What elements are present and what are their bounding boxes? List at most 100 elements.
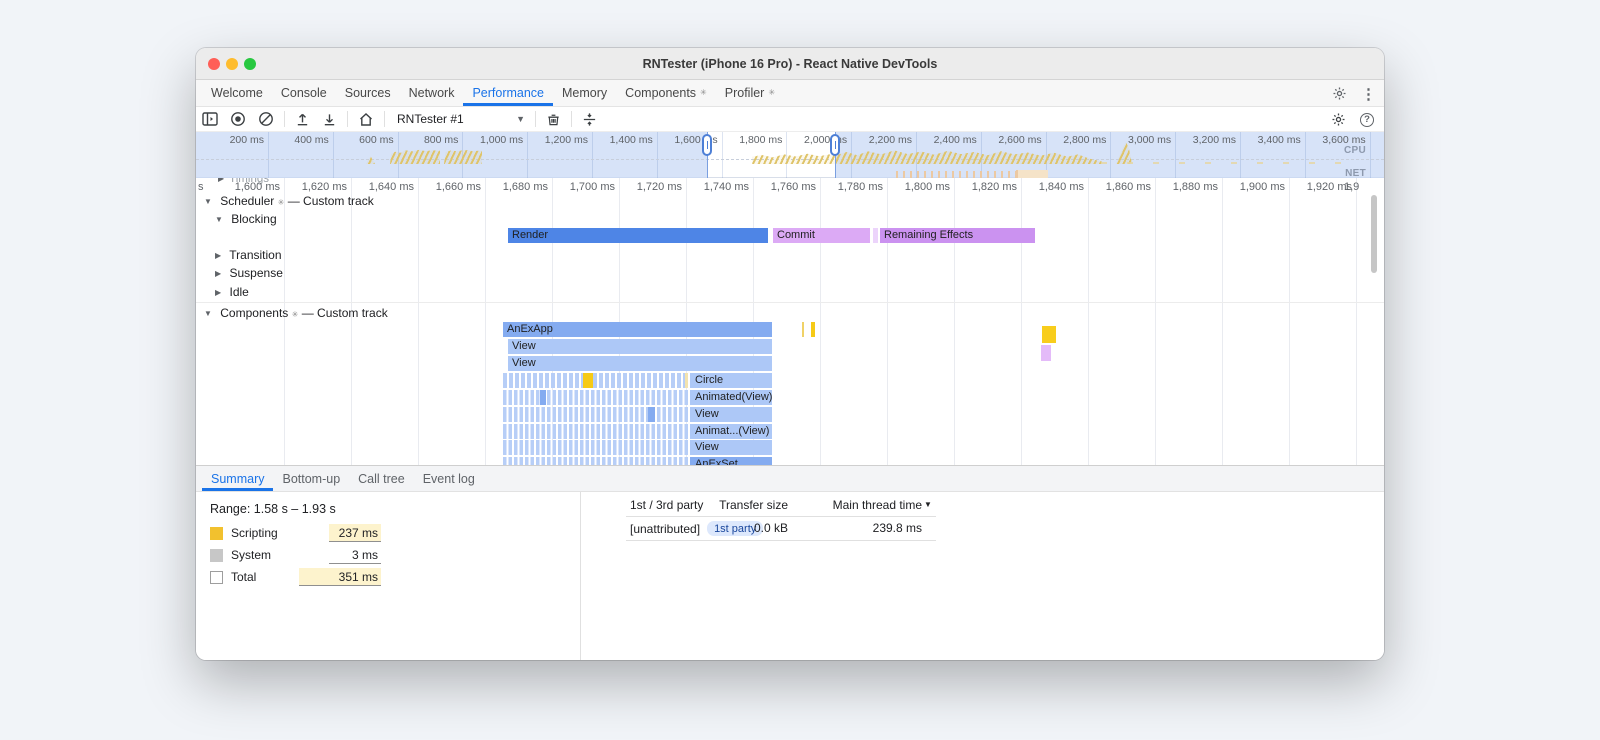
flame-slivers[interactable] — [503, 373, 688, 388]
chevron-down-icon: ▼ — [215, 215, 223, 224]
flame-chart[interactable]: ▶ Timings 1,600 ms 1,620 ms 1,640 ms 1,660 m… — [196, 178, 1384, 465]
time-tick-label: 2,200 ms — [868, 134, 912, 146]
gridline — [351, 178, 352, 465]
tab-console[interactable]: Console — [272, 80, 336, 106]
tab-bottom-up[interactable]: Bottom-up — [273, 466, 349, 491]
tab-call-tree[interactable]: Call tree — [349, 466, 414, 491]
collect-garbage-icon[interactable] — [546, 112, 561, 127]
toolbar-separator — [347, 111, 348, 127]
clear-icon[interactable] — [258, 111, 274, 127]
flame-slivers[interactable] — [503, 407, 688, 422]
tab-performance[interactable]: Performance — [463, 80, 554, 106]
time-tick-label: 1,400 ms — [609, 134, 653, 146]
track-blocking[interactable]: ▼ Blocking — [215, 212, 277, 226]
toolbar-separator — [571, 111, 572, 127]
time-tick-label: 1,760 ms — [770, 181, 816, 193]
track-suspense[interactable]: ▶ Suspense — [215, 266, 283, 280]
gridline — [887, 178, 888, 465]
selection-left-handle[interactable] — [702, 134, 712, 156]
time-tick-label: 1,680 ms — [502, 181, 548, 193]
scripting-block — [1042, 326, 1056, 343]
legend-row-total: Total 351 ms — [210, 568, 381, 586]
window-title: RNTester (iPhone 16 Pro) - React Native … — [642, 57, 938, 71]
react-badge-icon: ✳ — [291, 310, 299, 319]
tab-components[interactable]: Components ✳ — [616, 80, 716, 106]
flame-bar-view[interactable]: View — [508, 339, 772, 354]
gridline — [1356, 178, 1357, 465]
tab-profiler[interactable]: Profiler ✳ — [716, 80, 784, 106]
track-separator — [196, 302, 1384, 303]
time-tick-label: 1,900 ms — [1239, 181, 1285, 193]
gridline — [1289, 178, 1290, 465]
help-icon[interactable]: ? — [1360, 112, 1374, 127]
time-tick-label: 1,640 ms — [368, 181, 414, 193]
tab-summary[interactable]: Summary — [202, 466, 274, 491]
toggle-sidebar-icon[interactable] — [202, 112, 218, 126]
network-activity-ticks — [1016, 170, 1048, 178]
home-icon[interactable] — [358, 112, 374, 127]
time-tick-label: 1,800 ms — [739, 134, 783, 146]
time-tick-label: 600 ms — [359, 134, 394, 146]
flame-bar-remaining-effects[interactable]: Remaining Effects — [880, 228, 1035, 243]
collapse-tracks-icon[interactable] — [582, 112, 597, 127]
selection-right-handle[interactable] — [830, 134, 840, 156]
vertical-scrollbar-thumb[interactable] — [1371, 195, 1377, 273]
toolbar-separator — [284, 111, 285, 127]
column-header-party[interactable]: 1st / 3rd party — [630, 498, 703, 512]
more-options-kebab-icon[interactable]: ⋮ — [1361, 85, 1376, 103]
flame-bar-circle[interactable]: Circle — [690, 373, 772, 388]
column-header-main-thread-time[interactable]: Main thread time — [806, 498, 922, 512]
track-transition[interactable]: ▶ Transition — [215, 248, 282, 262]
time-tick-label: 1,740 ms — [703, 181, 749, 193]
chevron-right-icon: ▶ — [215, 288, 222, 297]
time-tick-label: 1,200 ms — [544, 134, 588, 146]
scripting-mark — [811, 322, 815, 337]
track-idle[interactable]: ▶ Idle — [215, 285, 249, 299]
tab-memory[interactable]: Memory — [553, 80, 616, 106]
flame-slivers[interactable] — [503, 457, 688, 465]
timeline-overview[interactable]: 200 ms 400 ms 600 ms 800 ms 1,000 ms 1,200 ms… — [196, 132, 1384, 179]
time-tick-label: 2,400 ms — [933, 134, 977, 146]
time-tick-label: 1,860 ms — [1105, 181, 1151, 193]
capture-settings-gear-icon[interactable] — [1331, 112, 1346, 127]
track-scheduler[interactable]: ▼ Scheduler ✳ — Custom track — [204, 194, 374, 208]
gridline — [1155, 178, 1156, 465]
save-profile-icon[interactable] — [322, 112, 337, 127]
flame-bar-animated-view[interactable]: Animat...(View) — [690, 424, 772, 439]
tab-sources[interactable]: Sources — [336, 80, 400, 106]
column-header-transfer-size[interactable]: Transfer size — [696, 498, 788, 512]
flame-slivers[interactable] — [503, 390, 688, 405]
flame-slivers[interactable] — [503, 424, 688, 439]
flame-bar-commit[interactable]: Commit — [773, 228, 870, 243]
flame-bar-anexset[interactable]: AnExSet — [690, 457, 772, 465]
time-tick-label: 800 ms — [423, 134, 459, 146]
tab-event-log[interactable]: Event log — [414, 466, 484, 491]
gridline — [284, 178, 285, 465]
flame-bar-render[interactable]: Render — [508, 228, 768, 243]
flame-bar-animated-view[interactable]: Animated(View) — [690, 390, 772, 405]
flame-bar-view[interactable]: View — [690, 440, 772, 455]
table-header-divider — [626, 516, 936, 517]
load-profile-icon[interactable] — [295, 112, 310, 127]
flame-sliver-highlight — [540, 390, 546, 405]
chevron-down-icon: ▼ — [516, 114, 525, 124]
record-icon[interactable] — [230, 111, 246, 127]
flame-bar-view[interactable]: View — [690, 407, 772, 422]
gridline — [418, 178, 419, 465]
party-table: 1st / 3rd party Transfer size Main threa… — [626, 492, 936, 660]
flame-bar-view[interactable]: View — [508, 356, 772, 371]
time-tick-label: 400 ms — [294, 134, 329, 146]
track-components[interactable]: ▼ Components ✳ — Custom track — [204, 306, 388, 320]
tab-network[interactable]: Network — [400, 80, 464, 106]
time-tick-label: 200 ms — [229, 134, 264, 146]
flame-slivers[interactable] — [503, 440, 688, 455]
total-value: 351 ms — [299, 568, 381, 586]
flame-bar-anexapp[interactable]: AnExApp — [503, 322, 772, 337]
settings-gear-icon[interactable] — [1332, 86, 1347, 101]
tab-welcome[interactable]: Welcome — [202, 80, 272, 106]
target-select[interactable]: RNTester #1 ▼ — [397, 112, 525, 126]
react-badge-icon: ✳ — [277, 198, 285, 207]
range-label: Range: 1.58 s – 1.93 s — [210, 502, 336, 516]
toolbar-separator — [384, 111, 385, 127]
total-swatch — [210, 570, 223, 584]
